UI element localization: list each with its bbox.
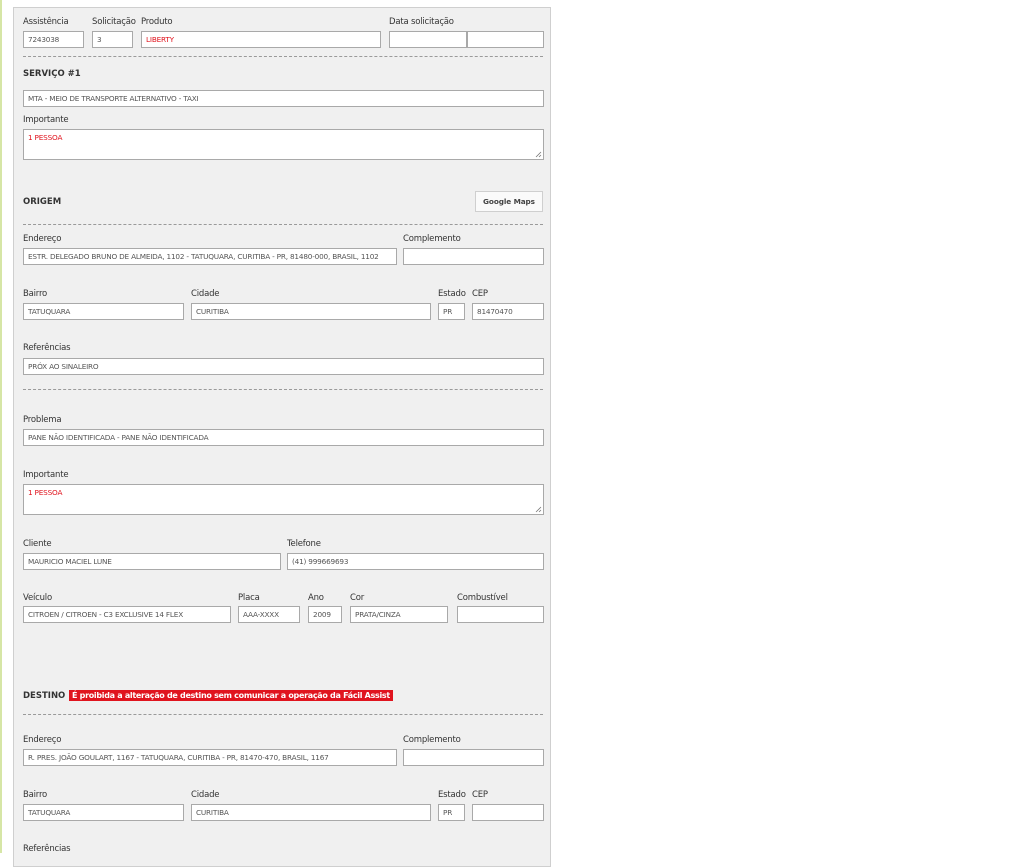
resize-grip-icon[interactable] — [535, 151, 542, 158]
problema-importante-label: Importante — [23, 470, 69, 480]
data-solicitacao-date-input[interactable] — [389, 31, 467, 48]
destino-cidade-input[interactable]: CURITIBA — [191, 804, 431, 821]
solicitacao-input[interactable]: 3 — [92, 31, 133, 48]
problema-label: Problema — [23, 415, 62, 425]
placa-input[interactable]: AAA-XXXX — [238, 606, 300, 623]
cliente-label: Cliente — [23, 539, 52, 549]
produto-label: Produto — [141, 17, 173, 27]
combustivel-label: Combustível — [457, 593, 508, 603]
solicitacao-label: Solicitação — [92, 17, 136, 27]
problema-importante-text: 1 PESSOA — [28, 488, 63, 497]
origem-referencias-input[interactable]: PRÓX AO SINALEIRO — [23, 358, 544, 375]
veiculo-label: Veículo — [23, 593, 52, 603]
destino-cidade-label: Cidade — [191, 790, 220, 800]
assistencia-label: Assistência — [23, 17, 69, 27]
origem-endereco-label: Endereço — [23, 234, 62, 244]
divider — [23, 714, 543, 715]
veiculo-input[interactable]: CITROEN / CITROEN - C3 EXCLUSIVE 14 FLEX — [23, 606, 231, 623]
origem-complemento-input[interactable] — [403, 248, 544, 265]
origem-cep-input[interactable]: 81470470 — [472, 303, 544, 320]
destino-bairro-input[interactable]: TATUQUARA — [23, 804, 184, 821]
destino-cep-label: CEP — [472, 790, 488, 800]
divider — [23, 56, 543, 57]
destino-title: DESTINO — [23, 691, 66, 701]
problema-input[interactable]: PANE NÃO IDENTIFICADA - PANE NÃO IDENTIF… — [23, 429, 544, 446]
destino-estado-label: Estado — [438, 790, 466, 800]
destino-complemento-input[interactable] — [403, 749, 544, 766]
origem-cidade-label: Cidade — [191, 289, 220, 299]
servico-tipo-input[interactable]: MTA - MEIO DE TRANSPORTE ALTERNATIVO - T… — [23, 90, 544, 107]
produto-input[interactable]: LIBERTY — [141, 31, 381, 48]
telefone-input[interactable]: (41) 999669693 — [287, 553, 544, 570]
destino-cep-input[interactable] — [472, 804, 544, 821]
ano-input[interactable]: 2009 — [308, 606, 342, 623]
telefone-label: Telefone — [287, 539, 321, 549]
divider — [23, 224, 543, 225]
destino-complemento-label: Complemento — [403, 735, 461, 745]
destino-endereco-input[interactable]: R. PRES. JOÃO GOULART, 1167 - TATUQUARA,… — [23, 749, 397, 766]
divider — [23, 389, 543, 390]
origem-complemento-label: Complemento — [403, 234, 461, 244]
assistencia-input[interactable]: 7243038 — [23, 31, 84, 48]
servico-importante-text: 1 PESSOA — [28, 133, 63, 142]
origem-title: ORIGEM — [23, 197, 62, 207]
destino-estado-input[interactable]: PR — [438, 804, 465, 821]
cliente-input[interactable]: MAURICIO MACIEL LUNE — [23, 553, 281, 570]
servico-importante-label: Importante — [23, 115, 69, 125]
origem-cidade-input[interactable]: CURITIBA — [191, 303, 431, 320]
ano-label: Ano — [308, 593, 324, 603]
combustivel-input[interactable] — [457, 606, 544, 623]
servico-title: SERVIÇO #1 — [23, 69, 81, 79]
destino-bairro-label: Bairro — [23, 790, 48, 800]
resize-grip-icon[interactable] — [535, 506, 542, 513]
google-maps-button[interactable]: Google Maps — [475, 191, 543, 212]
data-solicitacao-label: Data solicitação — [389, 17, 454, 27]
origem-estado-input[interactable]: PR — [438, 303, 465, 320]
data-solicitacao-time-input[interactable] — [467, 31, 544, 48]
destino-endereco-label: Endereço — [23, 735, 62, 745]
problema-importante-textarea[interactable]: 1 PESSOA — [23, 484, 544, 515]
origem-endereco-input[interactable]: ESTR. DELEGADO BRUNO DE ALMEIDA, 1102 - … — [23, 248, 397, 265]
placa-label: Placa — [238, 593, 260, 603]
origem-referencias-label: Referências — [23, 343, 71, 353]
origem-bairro-label: Bairro — [23, 289, 48, 299]
destino-warning-badge: É proibida a alteração de destino sem co… — [69, 690, 393, 701]
origem-estado-label: Estado — [438, 289, 466, 299]
cor-label: Cor — [350, 593, 365, 603]
servico-importante-textarea[interactable]: 1 PESSOA — [23, 129, 544, 160]
origem-cep-label: CEP — [472, 289, 488, 299]
cor-input[interactable]: PRATA/CINZA — [350, 606, 448, 623]
origem-bairro-input[interactable]: TATUQUARA — [23, 303, 184, 320]
left-border-strip — [0, 0, 2, 853]
